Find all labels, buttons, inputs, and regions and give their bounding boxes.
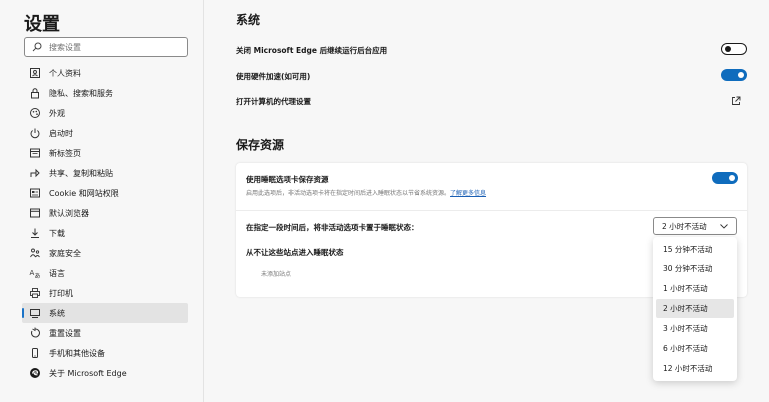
hardware-accel-toggle[interactable] [721, 69, 747, 81]
no-sites-text: 未添加站点 [261, 271, 292, 278]
sleeping-tabs-description: 启用此选项后，非活动选项卡将在指定时间后进入睡眠状态以节省系统资源。了解更多信息 [246, 188, 486, 197]
sidebar-item-privacy[interactable]: 隐私、搜索和服务 [22, 83, 188, 103]
svg-text:あ: あ [35, 273, 41, 279]
appearance-icon [29, 107, 41, 119]
dropdown-option[interactable]: 6 小时不活动 [656, 339, 734, 358]
sidebar-item-label: 下载 [49, 228, 65, 238]
sidebar-item-label: 系统 [49, 308, 65, 318]
external-link-icon[interactable] [731, 96, 741, 106]
sidebar-item-label: 家庭安全 [49, 248, 81, 258]
sidebar-item-profile[interactable]: 个人资料 [22, 63, 188, 83]
dropdown-option[interactable]: 12 小时不活动 [656, 359, 734, 378]
system-section-title: 系统 [236, 13, 261, 27]
sidebar-item-about[interactable]: 关于 Microsoft Edge [22, 363, 188, 383]
download-icon [29, 227, 41, 239]
settings-title: 设置 [24, 14, 60, 35]
printer-icon [29, 287, 41, 299]
sidebar-item-label: 共享、复制和粘贴 [49, 168, 113, 178]
toggle-knob [738, 72, 744, 78]
background-apps-label: 关闭 Microsoft Edge 后继续运行后台应用 [236, 46, 388, 55]
sidebar-item-downloads[interactable]: 下载 [22, 223, 188, 243]
never-sleep-label: 从不让这些站点进入睡眠状态 [246, 248, 344, 257]
divider [236, 210, 747, 211]
sidebar-item-label: Cookie 和网站权限 [49, 188, 119, 198]
sidebar-item-label: 个人资料 [49, 68, 81, 78]
settings-sidebar: 设置 个人资料 隐私、搜索和服务 外观 启动时 新标签页 [0, 0, 204, 402]
dropdown-option-selected[interactable]: 2 小时不活动 [656, 299, 734, 318]
sidebar-item-label: 隐私、搜索和服务 [49, 88, 113, 98]
sidebar-item-label: 外观 [49, 108, 65, 118]
sidebar-nav: 个人资料 隐私、搜索和服务 外观 启动时 新标签页 共享、复制和粘贴 Cooki… [22, 63, 188, 383]
sidebar-item-phone[interactable]: 手机和其他设备 [22, 343, 188, 363]
sleep-timeout-select[interactable]: 2 小时不活动 [653, 217, 737, 235]
dropdown-option[interactable]: 1 小时不活动 [656, 279, 734, 298]
sidebar-item-startup[interactable]: 启动时 [22, 123, 188, 143]
sidebar-item-label: 启动时 [49, 128, 73, 138]
profile-icon [29, 67, 41, 79]
dropdown-option[interactable]: 15 分钟不活动 [656, 240, 734, 259]
resources-section-title: 保存资源 [236, 138, 285, 152]
sleep-timeout-dropdown: 15 分钟不活动 30 分钟不活动 1 小时不活动 2 小时不活动 3 小时不活… [653, 237, 737, 381]
sidebar-item-reset[interactable]: 重置设置 [22, 323, 188, 343]
share-icon [29, 167, 41, 179]
sidebar-item-default-browser[interactable]: 默认浏览器 [22, 203, 188, 223]
sidebar-item-system[interactable]: 系统 [22, 303, 188, 323]
search-input[interactable] [49, 40, 181, 54]
sidebar-item-label: 关于 Microsoft Edge [49, 368, 127, 378]
reset-icon [29, 327, 41, 339]
sidebar-item-languages[interactable]: Aあ 语言 [22, 263, 188, 283]
toggle-knob [729, 175, 735, 181]
phone-icon [29, 347, 41, 359]
sleep-after-label: 在指定一段时间后，将非活动选项卡置于睡眠状态： [246, 223, 419, 232]
sleeping-tabs-label: 使用睡眠选项卡保存资源 [246, 175, 329, 184]
new-tab-icon [29, 147, 41, 159]
learn-more-link[interactable]: 了解更多信息 [450, 190, 486, 197]
sidebar-item-printers[interactable]: 打印机 [22, 283, 188, 303]
sidebar-item-label: 重置设置 [49, 328, 81, 338]
sidebar-item-new-tab[interactable]: 新标签页 [22, 143, 188, 163]
sidebar-item-cookies[interactable]: Cookie 和网站权限 [22, 183, 188, 203]
hardware-accel-label: 使用硬件加速(如可用) [236, 72, 311, 81]
search-icon [32, 42, 42, 52]
sidebar-item-family[interactable]: 家庭安全 [22, 243, 188, 263]
dropdown-option[interactable]: 3 小时不活动 [656, 319, 734, 338]
dropdown-option[interactable]: 30 分钟不活动 [656, 259, 734, 278]
language-icon: Aあ [29, 267, 41, 279]
background-apps-toggle[interactable] [721, 43, 747, 55]
chevron-down-icon [720, 224, 728, 229]
sidebar-item-label: 新标签页 [49, 148, 81, 158]
sidebar-item-label: 默认浏览器 [49, 208, 89, 218]
power-icon [29, 127, 41, 139]
search-box[interactable] [24, 37, 188, 57]
edge-logo-icon [29, 367, 41, 379]
sidebar-item-label: 手机和其他设备 [49, 348, 105, 358]
sidebar-item-appearance[interactable]: 外观 [22, 103, 188, 123]
system-icon [29, 307, 41, 319]
description-text: 启用此选项后，非活动选项卡将在指定时间后进入睡眠状态以节省系统资源。 [246, 190, 451, 197]
family-icon [29, 247, 41, 259]
proxy-settings-label[interactable]: 打开计算机的代理设置 [236, 96, 311, 107]
sleeping-tabs-toggle[interactable] [712, 172, 738, 184]
select-value: 2 小时不活动 [662, 221, 707, 231]
sidebar-item-label: 语言 [49, 268, 65, 278]
sidebar-item-share[interactable]: 共享、复制和粘贴 [22, 163, 188, 183]
sidebar-item-label: 打印机 [49, 288, 73, 298]
site-permissions-icon [29, 187, 41, 199]
lock-icon [29, 87, 41, 99]
browser-icon [29, 207, 41, 219]
toggle-knob [725, 46, 731, 52]
